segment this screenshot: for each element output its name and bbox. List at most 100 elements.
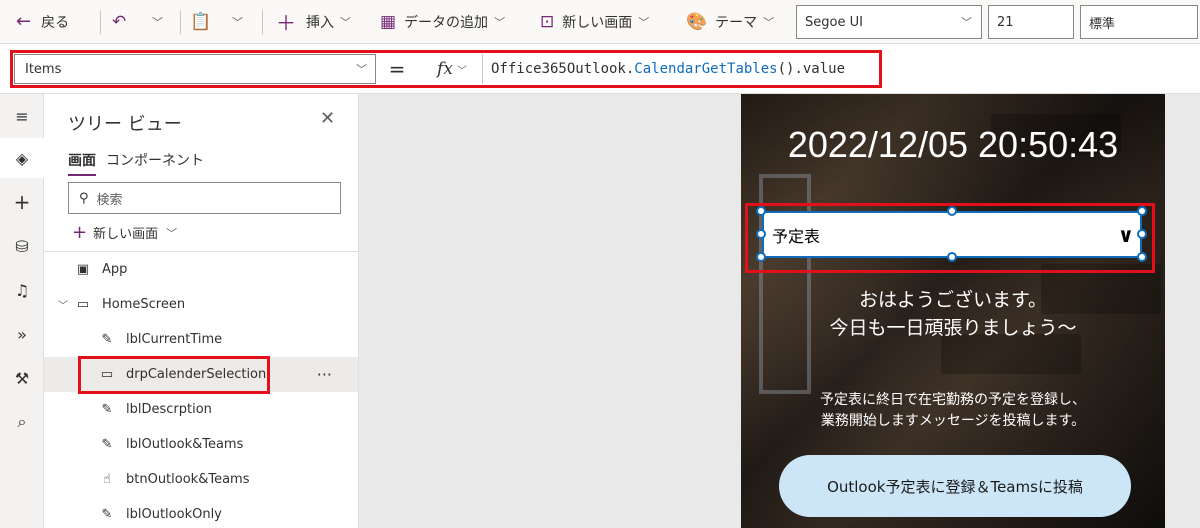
left-rail: ≡ ◈ + ⛁ ♫ » ⚒ ⌕ [0, 94, 44, 528]
search-icon: ⚲ [79, 190, 89, 206]
formula-bar: Items ﹀ = fx ﹀ Office365Outlook. Calendar… [0, 44, 1200, 94]
font-size-value: 21 [997, 14, 1014, 30]
insert-rail-button[interactable]: + [0, 182, 44, 222]
close-icon[interactable]: ✕ [320, 108, 335, 129]
post-button[interactable]: Outlook予定表に登録＆Teamsに投稿 [779, 455, 1131, 517]
media-icon: ♫ [14, 280, 30, 300]
clipboard-icon: 📋 [190, 11, 212, 32]
layers-icon: ◈ [15, 148, 29, 168]
tree-view-button[interactable]: ◈ [0, 138, 44, 178]
tree-node-label: lblCurrentTime [126, 332, 223, 347]
tree-view-panel: ツリー ビュー ✕ 画面 コンポーネント ⚲ 検索 + 新しい画面 ﹀ ▣ Ap… [44, 94, 359, 528]
tree-node-homescreen[interactable]: ﹀ ▭ HomeScreen [44, 287, 358, 322]
chevron-down-icon: ﹀ [961, 16, 972, 29]
tree-node-lblcurrenttime[interactable]: ✎ lblCurrentTime [44, 322, 358, 357]
label-icon: ✎ [101, 402, 113, 417]
description-line: 予定表に終日で在宅勤務の予定を登録し、 [820, 392, 1086, 408]
dropdown-highlight-box [745, 203, 1155, 273]
chevron-down-icon: ﹀ [638, 15, 650, 29]
tree-node-label: App [102, 262, 128, 277]
power-automate-rail-button[interactable]: » [0, 314, 44, 354]
table-add-icon: ▦ [380, 11, 397, 32]
new-screen-link[interactable]: + 新しい画面 ﹀ [72, 222, 177, 243]
search-input[interactable]: ⚲ 検索 [68, 182, 341, 214]
more-options-icon[interactable]: ··· [317, 365, 332, 384]
theme-label: テーマ [715, 14, 758, 31]
tree-node-label: lblOutlook&Teams [126, 437, 244, 452]
back-arrow-icon: ← [16, 11, 32, 32]
new-screen-button[interactable]: ⊡ 新しい画面 ﹀ [540, 0, 649, 44]
tree-view-title: ツリー ビュー [68, 114, 182, 135]
tools-rail-button[interactable]: ⚒ [0, 358, 44, 398]
greeting-line: 今日も一日頑張りましょう～ [829, 317, 1077, 339]
add-data-label: データの追加 [404, 14, 489, 31]
tab-screens[interactable]: 画面 [68, 150, 96, 176]
undo-button[interactable]: ↶ [112, 0, 126, 44]
undo-menu-button[interactable]: ﹀ [146, 0, 163, 44]
new-screen-label: 新しい画面 [562, 14, 633, 31]
label-icon: ✎ [101, 332, 113, 347]
description-label: 予定表に終日で在宅勤務の予定を登録し、 業務開始しますメッセージを投稿します。 [741, 390, 1165, 432]
hamburger-icon: ≡ [15, 106, 29, 126]
font-weight-value: 標準 [1089, 16, 1116, 32]
font-family-select[interactable]: Segoe UI ﹀ [796, 5, 982, 39]
power-automate-icon: » [17, 324, 27, 344]
back-label: 戻る [41, 14, 70, 31]
add-data-button[interactable]: ▦ データの追加 ﹀ [380, 0, 505, 44]
current-time-label: 2022/12/05 20:50:43 [787, 124, 1119, 165]
tree-selection-highlight-box [78, 356, 270, 394]
tree-node-label: HomeScreen [102, 297, 186, 312]
data-rail-button[interactable]: ⛁ [0, 226, 44, 266]
insert-button[interactable]: ＋ 挿入 ﹀ [276, 0, 351, 44]
font-size-input[interactable]: 21 [988, 5, 1074, 39]
tab-components[interactable]: コンポーネント [106, 150, 204, 176]
label-icon: ✎ [101, 507, 113, 522]
undo-icon: ↶ [112, 11, 127, 32]
label-icon: ✎ [101, 437, 113, 452]
tools-icon: ⚒ [14, 368, 30, 388]
palette-icon: 🎨 [686, 11, 708, 32]
app-icon: ▣ [76, 262, 90, 277]
new-screen-icon: ⊡ [540, 11, 555, 32]
greeting-label: おはようございます。 今日も一日頑張りましょう～ [741, 286, 1165, 342]
chevron-down-icon: ﹀ [232, 15, 243, 29]
description-line: 業務開始しますメッセージを投稿します。 [820, 413, 1086, 429]
tree-node-btnoutlookteams[interactable]: ☝ btnOutlook&Teams [44, 462, 358, 497]
insert-label: 挿入 [306, 14, 334, 31]
tree-node-label: lblDescrption [126, 402, 212, 417]
search-placeholder: 検索 [96, 192, 123, 208]
paste-menu-button[interactable]: ﹀ [226, 0, 243, 44]
app-screen-preview: 2022/12/05 20:50:43 予定表 ∨ おはようございます。 今日も… [741, 94, 1165, 528]
tree-node-lbloutlookonly[interactable]: ✎ lblOutlookOnly [44, 497, 358, 528]
database-icon: ⛁ [15, 236, 29, 256]
chevron-down-icon: ﹀ [763, 15, 775, 29]
chevron-down-icon: ﹀ [58, 301, 68, 312]
search-rail-button[interactable]: ⌕ [0, 402, 44, 442]
plus-icon: + [72, 222, 88, 243]
tree-node-app[interactable]: ▣ App [44, 252, 358, 287]
chevron-down-icon: ﹀ [166, 226, 178, 240]
tree-node-label: btnOutlook&Teams [126, 472, 250, 487]
plus-icon: + [13, 190, 31, 214]
tree-tabs: 画面 コンポーネント [68, 150, 214, 176]
greeting-line: おはようございます。 [858, 289, 1048, 311]
chevron-down-icon: ﹀ [494, 15, 506, 29]
font-weight-select[interactable]: 標準 [1080, 5, 1198, 39]
screen-icon: ▭ [76, 297, 90, 312]
tree-node-label: lblOutlookOnly [126, 507, 222, 522]
plus-icon: ＋ [276, 11, 296, 35]
paste-button[interactable]: 📋 [190, 0, 211, 44]
tree-node-lbloutlookteams[interactable]: ✎ lblOutlook&Teams [44, 427, 358, 462]
font-family-value: Segoe UI [805, 14, 863, 30]
theme-button[interactable]: 🎨 テーマ ﹀ [686, 0, 774, 44]
media-rail-button[interactable]: ♫ [0, 270, 44, 310]
menu-button[interactable]: ≡ [0, 96, 44, 136]
formula-highlight-box [10, 50, 882, 88]
back-button[interactable]: ← 戻る [16, 0, 69, 44]
chevron-down-icon: ﹀ [152, 15, 163, 29]
tree-node-lbldescrption[interactable]: ✎ lblDescrption [44, 392, 358, 427]
search-icon: ⌕ [17, 412, 27, 431]
command-bar: ← 戻る ↶ ﹀ 📋 ﹀ ＋ 挿入 ﹀ ▦ データの追加 ﹀ ⊡ 新しい画面 ﹀… [0, 0, 1200, 44]
toolbar-divider [180, 9, 181, 34]
chevron-down-icon: ﹀ [340, 15, 351, 29]
